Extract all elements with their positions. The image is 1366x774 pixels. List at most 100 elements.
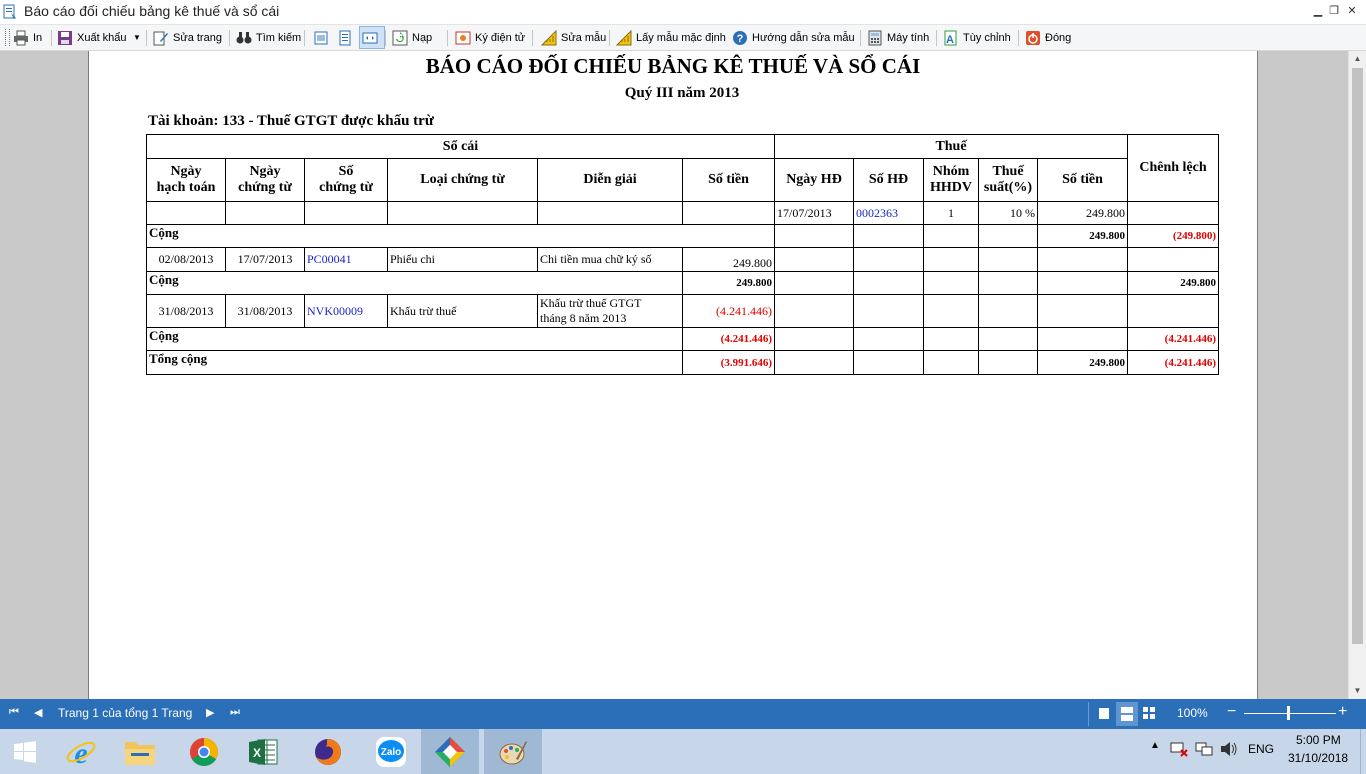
sign-button[interactable]: Ký điện tử <box>455 27 525 48</box>
edit-template-button[interactable]: Sửa mẫu <box>541 27 606 48</box>
zoom-slider-track[interactable] <box>1244 713 1336 714</box>
separator <box>609 30 610 46</box>
invoice-no-link[interactable]: 0002363 <box>853 201 924 225</box>
tray-date[interactable]: 31/10/2018 <box>1288 751 1348 765</box>
close-power-icon <box>1026 30 1040 45</box>
multi-page-view-active[interactable] <box>1116 702 1138 726</box>
taskbar-paint[interactable] <box>484 729 542 774</box>
find-button[interactable]: Tìm kiếm <box>236 27 301 48</box>
svg-text:e: e <box>74 737 87 768</box>
posting-date-header: Ngày hạch toán <box>146 158 226 202</box>
subtotal-row: Cộng 249.800 249.800 <box>146 271 1219 295</box>
next-page-icon[interactable]: ▶ <box>206 706 214 719</box>
save-disk-icon <box>58 30 72 45</box>
print-label: In <box>33 31 43 44</box>
firefox-icon <box>315 738 341 765</box>
taskbar-excel[interactable]: X <box>234 729 292 774</box>
toolbar-grip[interactable] <box>5 29 10 46</box>
restore-button[interactable]: ❐ <box>1326 4 1342 20</box>
show-desktop-button[interactable] <box>1360 729 1366 774</box>
customize-button[interactable]: A Tùy chỉnh <box>943 27 1011 48</box>
start-button[interactable] <box>0 729 50 774</box>
goods-group-cell: 1 <box>923 201 979 225</box>
export-button[interactable]: Xuất khẩu <box>57 27 127 48</box>
tray-language[interactable]: ENG <box>1248 742 1274 756</box>
chevron-down-icon: ▼ <box>133 33 141 42</box>
report-subtitle: Quý III năm 2013 <box>624 85 740 101</box>
scrollbar-thumb[interactable] <box>1352 68 1363 644</box>
prev-page-icon[interactable]: ◀ <box>34 706 42 719</box>
taskbar-chrome[interactable] <box>175 729 233 774</box>
calculator-icon <box>868 30 882 45</box>
single-page-view-icon[interactable] <box>1098 707 1110 723</box>
view-whole-page-button[interactable] <box>359 26 385 49</box>
taskbar: e X Zalo ▲ ENG 5:00 PM 31/10/2018 <box>0 729 1366 774</box>
last-page-icon[interactable]: ⏭ <box>230 706 240 719</box>
difference-header: Chênh lệch <box>1127 134 1219 202</box>
export-label: Xuất khẩu <box>77 31 127 44</box>
scroll-up-icon[interactable]: ▲ <box>1349 51 1366 67</box>
subtotal-label: Cộng <box>146 224 775 248</box>
voucher-no-link[interactable]: PC00041 <box>304 247 388 272</box>
tax-rate-header: Thuế suất(%) <box>978 158 1038 202</box>
voucher-date-cell: 31/08/2013 <box>225 294 305 328</box>
zoom-in-icon[interactable]: + <box>1338 703 1347 721</box>
separator <box>146 30 147 46</box>
subtotal-difference: (249.800) <box>1127 224 1219 248</box>
grand-total-ledger-amount: (3.991.646) <box>682 350 775 375</box>
grand-total-label: Tổng cộng <box>146 350 683 375</box>
tray-volume-icon[interactable] <box>1220 741 1238 760</box>
subtotal-row: Cộng 249.800 (249.800) <box>146 224 1219 248</box>
tray-connection-icon[interactable] <box>1195 741 1213 760</box>
scroll-down-icon[interactable]: ▼ <box>1349 683 1366 699</box>
taskbar-internet-explorer[interactable]: e <box>52 729 110 774</box>
edit-template-label: Sửa mẫu <box>561 31 607 44</box>
view-one-page-button[interactable] <box>313 27 333 48</box>
folder-icon <box>125 741 155 765</box>
grid-view-icon[interactable] <box>1143 707 1155 722</box>
first-page-icon[interactable]: ⏮ <box>9 706 19 719</box>
zoom-level: 100% <box>1177 706 1208 720</box>
paint-palette-icon <box>499 740 527 764</box>
load-label: Nạp <box>412 31 433 44</box>
export-dropdown-arrow[interactable]: ▼ <box>133 27 141 48</box>
tray-time[interactable]: 5:00 PM <box>1296 733 1341 747</box>
find-label: Tìm kiếm <box>256 31 302 44</box>
calculator-button[interactable]: Máy tính <box>867 27 929 48</box>
taskbar-firefox[interactable] <box>299 729 357 774</box>
vertical-scrollbar[interactable]: ▲ ▼ <box>1348 51 1366 699</box>
tray-overflow-icon[interactable]: ▲ <box>1150 740 1160 751</box>
toolbar: In Xuất khẩu ▼ Sửa trang Tìm kiếm Nạp Ký… <box>0 25 1366 51</box>
binoculars-icon <box>236 31 252 43</box>
template-guide-button[interactable]: ? Hướng dẫn sửa mẫu <box>732 27 855 48</box>
zalo-icon: Zalo <box>376 736 406 767</box>
svg-text:X: X <box>253 746 261 760</box>
close-button[interactable]: Đóng <box>1025 27 1071 48</box>
close-window-button[interactable]: ✕ <box>1344 4 1360 20</box>
tray-network-icon[interactable] <box>1170 741 1188 760</box>
ledger-amount-cell: (4.241.446) <box>682 294 775 328</box>
invoice-date-header: Ngày HĐ <box>774 158 854 202</box>
taskbar-misa[interactable] <box>421 729 479 774</box>
page-view-icon <box>314 31 328 44</box>
status-bar: ⏮ ◀ Trang 1 của tổng 1 Trang ▶ ⏭ 100% − … <box>0 699 1366 729</box>
header-row-group: Sổ cái Thuế Chênh lệch <box>146 134 1219 202</box>
subtotal-ledger-amount: 249.800 <box>682 271 775 295</box>
excel-icon: X <box>249 738 278 765</box>
zoom-out-icon[interactable]: − <box>1227 703 1236 721</box>
minimize-button[interactable]: ▁ <box>1310 4 1326 20</box>
subtotal-difference: (4.241.446) <box>1127 327 1219 351</box>
voucher-no-link[interactable]: NVK00009 <box>304 294 388 328</box>
taskbar-file-explorer[interactable] <box>111 729 169 774</box>
ruler-pencil-icon <box>541 29 557 45</box>
table-row: 31/08/2013 31/08/2013 NVK00009 Khấu trừ … <box>146 294 1219 328</box>
zoom-slider-thumb[interactable] <box>1287 706 1290 720</box>
default-template-button[interactable]: Lấy mẫu mặc định <box>616 27 726 48</box>
subtotal-label: Cộng <box>146 271 683 295</box>
taskbar-zalo[interactable]: Zalo <box>362 729 420 774</box>
load-button[interactable]: Nạp <box>392 27 432 48</box>
view-page-width-button[interactable] <box>337 27 357 48</box>
print-button[interactable]: In <box>13 27 42 48</box>
reconciliation-table: Sổ cái Thuế Chênh lệch Ngày hạch toán Ngà… <box>146 134 1219 375</box>
edit-page-button[interactable]: Sửa trang <box>153 27 222 48</box>
